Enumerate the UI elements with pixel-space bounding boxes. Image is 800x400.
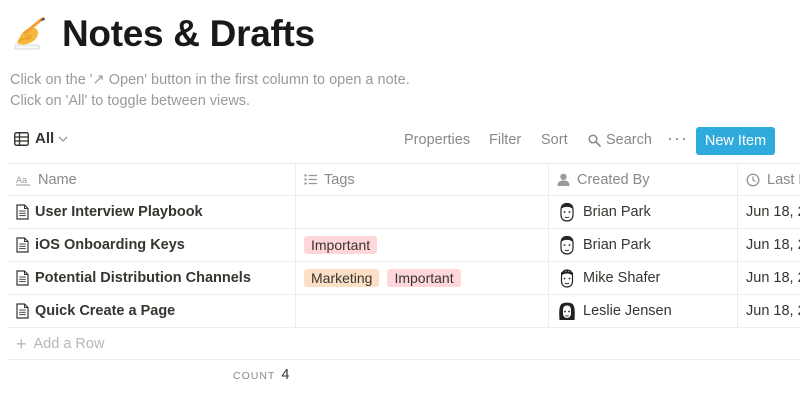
description-line-2: Click on 'All' to toggle between views. xyxy=(10,93,251,109)
column-label: Last E xyxy=(767,171,800,188)
date-text: Jun 18, 2 xyxy=(746,237,800,253)
tag-important: Important xyxy=(387,269,461,287)
more-options-button[interactable]: ··· xyxy=(667,128,688,149)
avatar xyxy=(560,269,574,288)
column-label: Tags xyxy=(324,171,355,188)
creator-name: Leslie Jensen xyxy=(583,303,672,319)
last-edited-cell[interactable]: Jun 18, 2 xyxy=(737,196,800,228)
properties-button[interactable]: Properties xyxy=(404,132,470,148)
table-header-row: Aa Name Tags Created By Last xyxy=(8,163,800,196)
text-property-icon: Aa xyxy=(16,175,30,185)
date-text: Jun 18, 2 xyxy=(746,204,800,220)
plus-icon: + xyxy=(16,333,27,354)
page-icon xyxy=(16,303,29,319)
page-title: Notes & Drafts xyxy=(62,13,315,54)
creator-name: Brian Park xyxy=(583,237,651,253)
column-header-name[interactable]: Aa Name xyxy=(8,164,295,195)
last-edited-cell[interactable]: Jun 18, 2 xyxy=(737,295,800,327)
creator-name: Mike Shafer xyxy=(583,270,661,286)
search-icon xyxy=(588,133,601,147)
row-title: User Interview Playbook xyxy=(35,204,203,220)
page-icon xyxy=(16,270,29,286)
search-label: Search xyxy=(606,132,652,148)
date-text: Jun 18, 2 xyxy=(746,270,800,286)
search-button[interactable]: Search xyxy=(588,132,652,148)
database-table: Aa Name Tags Created By Last User Interv… xyxy=(8,163,800,360)
row-title: iOS Onboarding Keys xyxy=(35,237,185,253)
table-footer: COUNT 4 xyxy=(233,367,289,383)
new-item-button[interactable]: New Item xyxy=(696,127,775,155)
name-cell[interactable]: iOS Onboarding Keys xyxy=(8,229,295,261)
row-title: Potential Distribution Channels xyxy=(35,270,251,286)
clock-property-icon xyxy=(746,172,760,187)
table-row[interactable]: Quick Create a Page Leslie Jensen Jun 18… xyxy=(8,295,800,328)
list-property-icon xyxy=(304,174,317,185)
count-value: 4 xyxy=(281,367,290,383)
name-cell[interactable]: User Interview Playbook xyxy=(8,196,295,228)
column-header-tags[interactable]: Tags xyxy=(295,164,548,195)
avatar xyxy=(560,235,574,255)
date-text: Jun 18, 2 xyxy=(746,303,800,319)
column-label: Name xyxy=(38,171,77,188)
created-by-cell[interactable]: Mike Shafer xyxy=(548,262,737,294)
view-label: All xyxy=(35,130,55,147)
page-icon xyxy=(16,204,29,220)
filter-button[interactable]: Filter xyxy=(489,132,521,148)
page-header: Notes & Drafts xyxy=(10,10,315,58)
add-row-button[interactable]: + Add a Row xyxy=(8,328,800,360)
name-cell[interactable]: Potential Distribution Channels xyxy=(8,262,295,294)
chevron-down-icon xyxy=(58,136,68,142)
page-icon xyxy=(16,237,29,253)
name-cell[interactable]: Quick Create a Page xyxy=(8,295,295,327)
tags-cell[interactable]: Marketing Important xyxy=(295,262,548,294)
last-edited-cell[interactable]: Jun 18, 2 xyxy=(737,229,800,261)
creator-name: Brian Park xyxy=(583,204,651,220)
tags-cell[interactable] xyxy=(295,295,548,327)
created-by-cell[interactable]: Leslie Jensen xyxy=(548,295,737,327)
table-view-icon xyxy=(14,131,29,146)
tags-cell[interactable] xyxy=(295,196,548,228)
writing-hand-icon[interactable] xyxy=(10,14,50,54)
created-by-cell[interactable]: Brian Park xyxy=(548,196,737,228)
view-switcher[interactable]: All xyxy=(14,130,74,147)
tag-marketing: Marketing xyxy=(304,269,380,287)
column-label: Created By xyxy=(577,171,650,188)
person-property-icon xyxy=(557,173,570,186)
add-row-label: Add a Row xyxy=(33,335,105,352)
tag-important: Important xyxy=(304,236,378,254)
page-description: Click on the '↗ Open' button in the firs… xyxy=(10,70,410,112)
svg-text:Aa: Aa xyxy=(16,175,27,185)
avatar xyxy=(559,302,575,320)
row-title: Quick Create a Page xyxy=(35,303,176,319)
sort-button[interactable]: Sort xyxy=(541,132,568,148)
tags-cell[interactable]: Important xyxy=(295,229,548,261)
created-by-cell[interactable]: Brian Park xyxy=(548,229,737,261)
table-row[interactable]: iOS Onboarding Keys Important Brian Park… xyxy=(8,229,800,262)
last-edited-cell[interactable]: Jun 18, 2 xyxy=(737,262,800,294)
column-header-last-edited[interactable]: Last E xyxy=(737,164,800,195)
avatar xyxy=(560,202,574,222)
table-row[interactable]: Potential Distribution Channels Marketin… xyxy=(8,262,800,295)
database-toolbar: All Properties Filter Sort Search ··· Ne… xyxy=(0,126,800,156)
column-header-created-by[interactable]: Created By xyxy=(548,164,737,195)
table-row[interactable]: User Interview Playbook Brian Park Jun 1… xyxy=(8,196,800,229)
description-line-1: Click on the '↗ Open' button in the firs… xyxy=(10,72,410,88)
count-label: COUNT xyxy=(233,370,276,382)
